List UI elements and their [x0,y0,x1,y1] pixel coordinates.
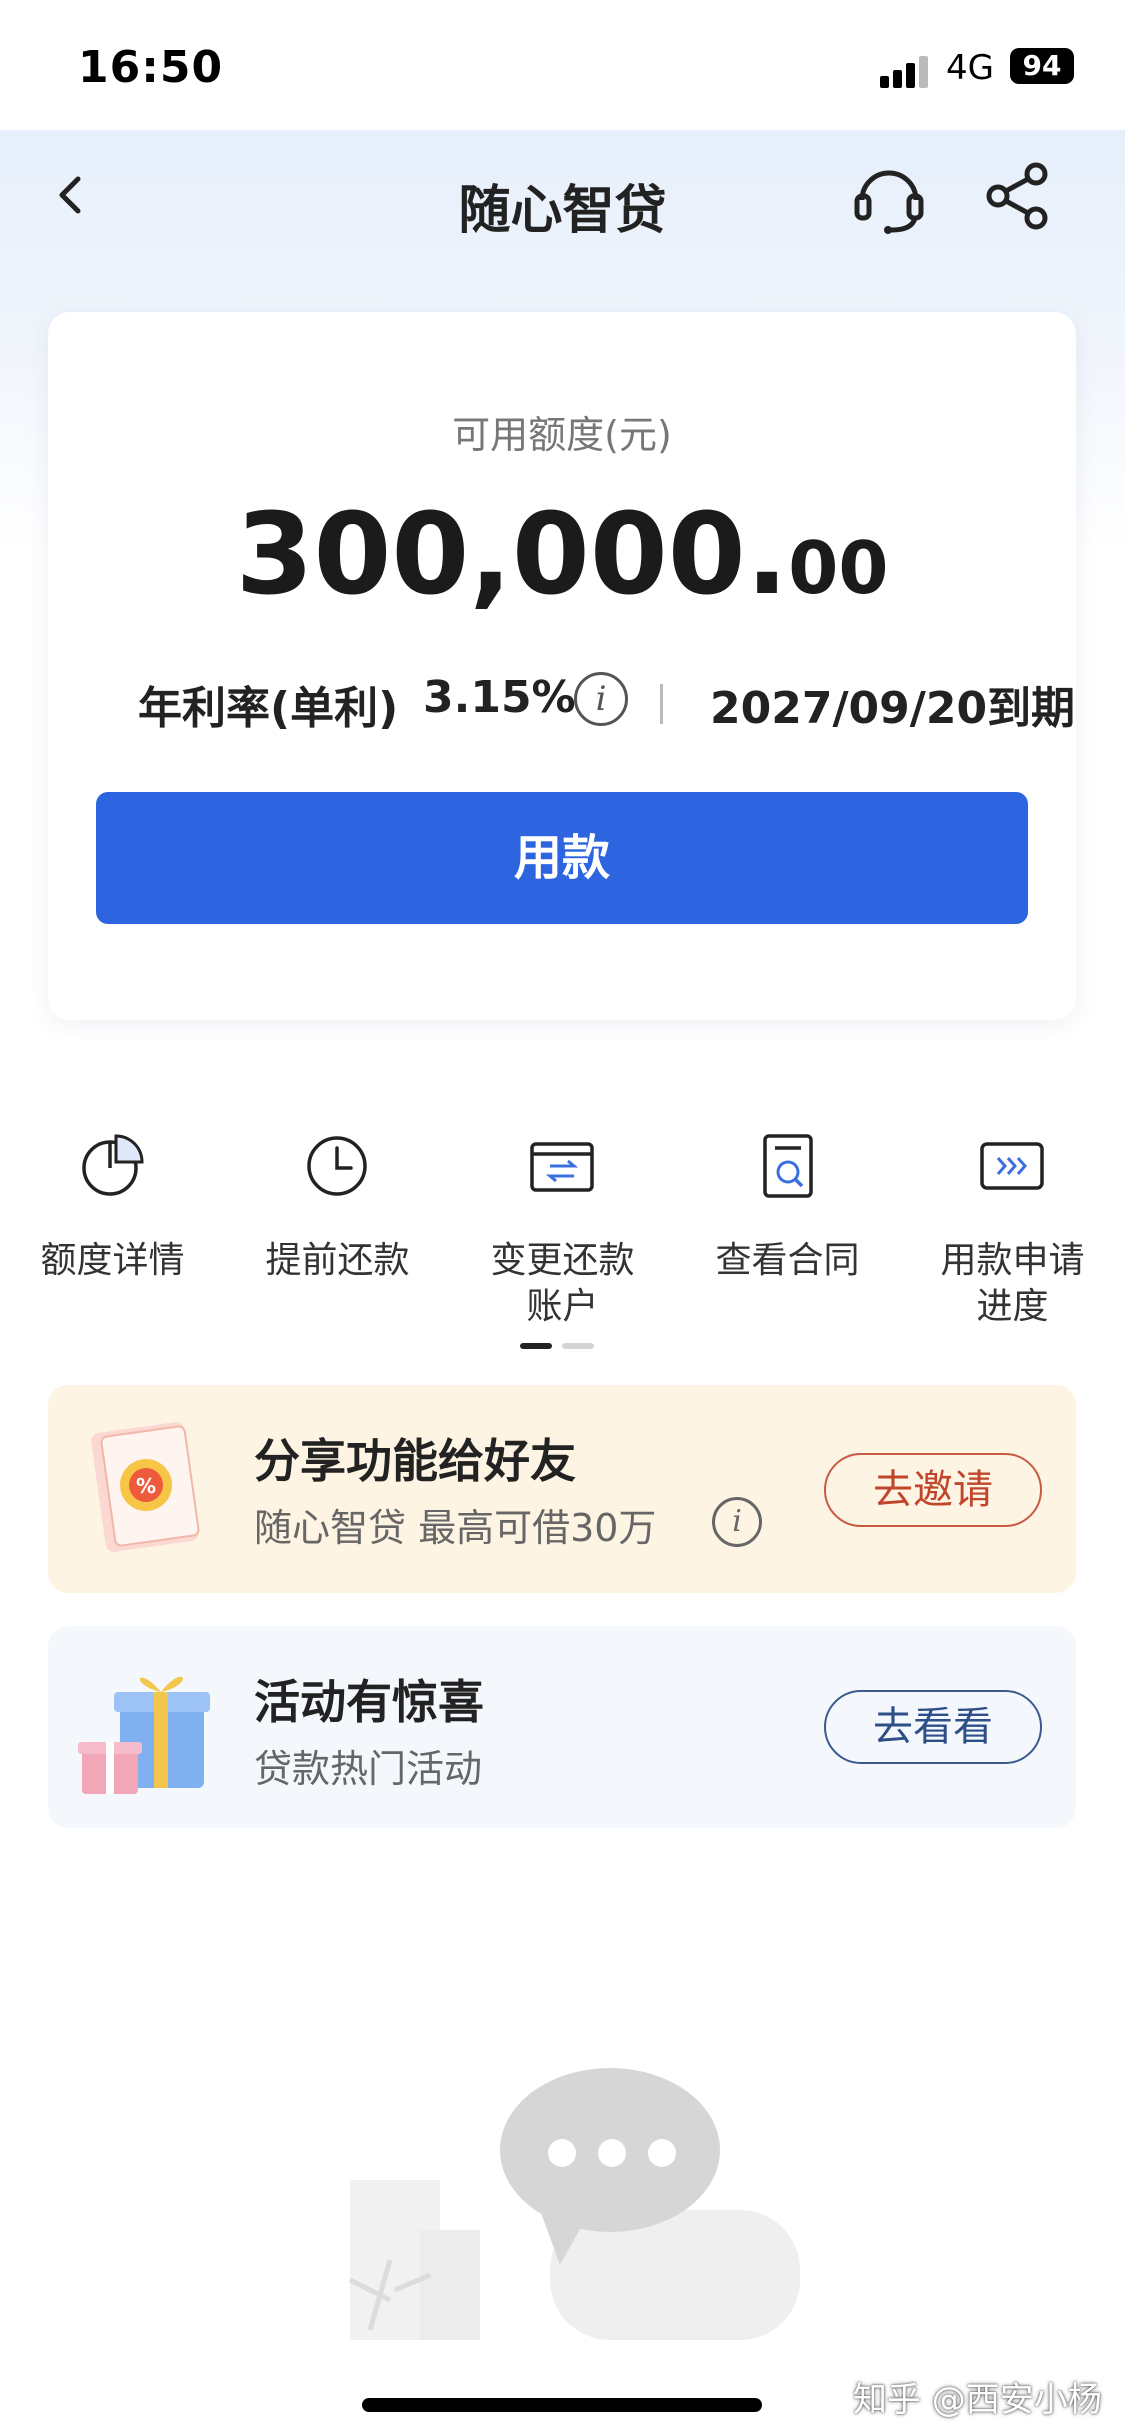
network-type: 4G [946,48,994,88]
headset-icon [854,170,924,234]
activity-title: 活动有惊喜 [254,1675,484,1729]
discount-document-icon: % [68,1413,228,1563]
share-icon [986,162,1048,230]
quick-action-view-contract[interactable]: 查看合同 [675,1130,900,1360]
battery-indicator: 94 [1010,48,1074,84]
amount-integer: 300,000. [235,490,789,620]
clock-icon [307,1136,367,1196]
quick-action-loan-progress[interactable]: 用款申请 进度 [900,1130,1125,1360]
invite-button[interactable]: 去邀请 [824,1453,1042,1527]
quick-actions: 额度详情 提前还款 变更还款 账户 查看合同 用款申请 进度 [0,1130,1125,1360]
progress-arrows-icon [980,1142,1044,1190]
page-title: 随心智贷 [458,181,667,241]
gift-box-icon [68,1654,228,1804]
contract-search-icon [763,1134,813,1198]
available-limit-label: 可用额度(元) [452,413,672,457]
svg-text:%: % [136,1474,156,1498]
watermark: 知乎 @西安小杨 [853,2380,1102,2420]
due-date: 2027/09/20到期 [710,683,1076,734]
home-indicator[interactable] [362,2398,762,2412]
customer-service-button[interactable] [850,160,928,238]
status-time: 16:50 [78,42,224,93]
quick-action-change-account[interactable]: 变更还款 账户 [450,1130,675,1360]
rate-value: 3.15% [423,672,576,723]
credit-limit-card: 可用额度(元) 300,000.00 年利率(单利) 3.15% i 2027/… [48,312,1076,1020]
card-exchange-icon [530,1142,594,1192]
share-promo-card[interactable]: % 分享功能给好友 随心智贷 最高可借30万 i 去邀请 [48,1385,1076,1593]
rate-row: 年利率(单利) 3.15% i 2027/09/20到期 [88,662,1078,734]
quick-action-label: 用款申请 进度 [940,1240,1085,1327]
view-activity-button[interactable]: 去看看 [824,1690,1042,1764]
rate-label: 年利率(单利) [138,683,399,734]
quick-action-label: 变更还款 账户 [490,1240,635,1327]
rate-info-icon[interactable]: i [574,672,628,726]
activity-promo-card[interactable]: 活动有惊喜 贷款热门活动 去看看 [48,1626,1076,1828]
nav-bar: 随心智贷 [0,130,1125,260]
activity-subtitle: 贷款热门活动 [254,1747,483,1791]
divider [660,684,663,724]
quick-action-label: 查看合同 [715,1240,860,1281]
quick-action-early-repayment[interactable]: 提前还款 [225,1130,450,1360]
use-loan-button[interactable]: 用款 [96,792,1028,924]
available-limit-amount: 300,000.00 [48,490,1076,620]
share-subtitle: 随心智贷 最高可借30万 [254,1506,657,1550]
pie-chart-icon [82,1134,144,1196]
quick-action-limit-details[interactable]: 额度详情 [0,1130,225,1360]
amount-decimal: 00 [788,526,889,610]
quick-action-label: 额度详情 [40,1240,185,1281]
quick-action-label: 提前还款 [265,1240,410,1281]
signal-icon [880,56,932,88]
share-title: 分享功能给好友 [254,1434,576,1488]
page-indicator [520,1343,600,1351]
empty-state-illustration [310,2060,850,2340]
share-button[interactable] [982,160,1054,232]
share-info-icon[interactable]: i [712,1497,762,1547]
status-bar: 16:50 4G 94 [0,0,1125,130]
